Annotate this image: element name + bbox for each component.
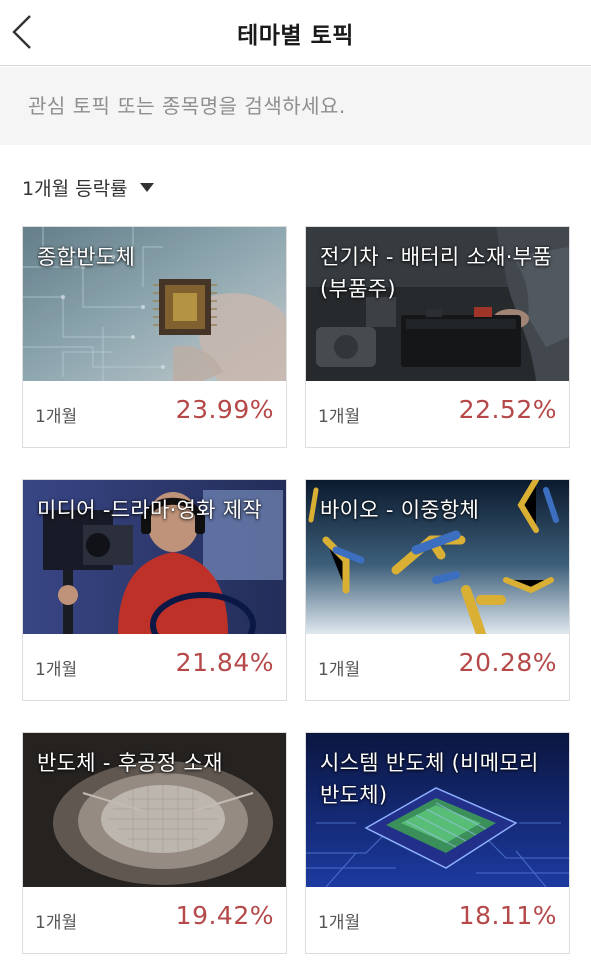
topic-card[interactable]: 시스템 반도체 (비메모리 반도체) 1개월 18.11% bbox=[305, 732, 570, 954]
sort-dropdown[interactable]: 1개월 등락률 bbox=[22, 172, 154, 202]
topic-period: 1개월 bbox=[318, 913, 361, 933]
page-title: 테마별 토픽 bbox=[237, 23, 354, 49]
topic-rate: 23.99% bbox=[175, 395, 274, 424]
topic-card[interactable]: 반도체 - 후공정 소재 1개월 19.42% bbox=[22, 732, 287, 954]
topic-title: 반도체 - 후공정 소재 bbox=[37, 751, 223, 775]
topic-title: 종합반도체 bbox=[37, 245, 136, 269]
topic-card[interactable]: 미디어 -드라마·영화 제작 1개월 21.84% bbox=[22, 479, 287, 701]
topic-rate: 18.11% bbox=[458, 901, 557, 930]
topic-period: 1개월 bbox=[35, 407, 78, 427]
topic-period: 1개월 bbox=[318, 407, 361, 427]
topic-card[interactable]: 종합반도체 1개월 23.99% bbox=[22, 226, 287, 448]
topic-period: 1개월 bbox=[318, 660, 361, 680]
topic-period: 1개월 bbox=[35, 913, 78, 933]
topic-rate: 22.52% bbox=[458, 395, 557, 424]
topic-rate: 19.42% bbox=[175, 901, 274, 930]
topic-title: 전기차 - 배터리 소재·부품(부품주) bbox=[320, 245, 552, 301]
sort-label: 1개월 등락률 bbox=[22, 177, 128, 200]
topic-card[interactable]: 바이오 - 이중항체 1개월 20.28% bbox=[305, 479, 570, 701]
search-input[interactable] bbox=[16, 81, 576, 131]
topic-rate: 21.84% bbox=[175, 648, 274, 677]
topic-title: 미디어 -드라마·영화 제작 bbox=[37, 498, 263, 522]
top-bar: 테마별 토픽 bbox=[0, 0, 591, 66]
topic-period: 1개월 bbox=[35, 660, 78, 680]
topic-rate: 20.28% bbox=[458, 648, 557, 677]
topic-title: 시스템 반도체 (비메모리 반도체) bbox=[320, 751, 539, 807]
triangle-down-icon bbox=[139, 182, 154, 192]
topic-card[interactable]: 전기차 - 배터리 소재·부품(부품주) 1개월 22.52% bbox=[305, 226, 570, 448]
search-bar bbox=[0, 67, 591, 145]
topic-title: 바이오 - 이중항체 bbox=[320, 498, 480, 522]
